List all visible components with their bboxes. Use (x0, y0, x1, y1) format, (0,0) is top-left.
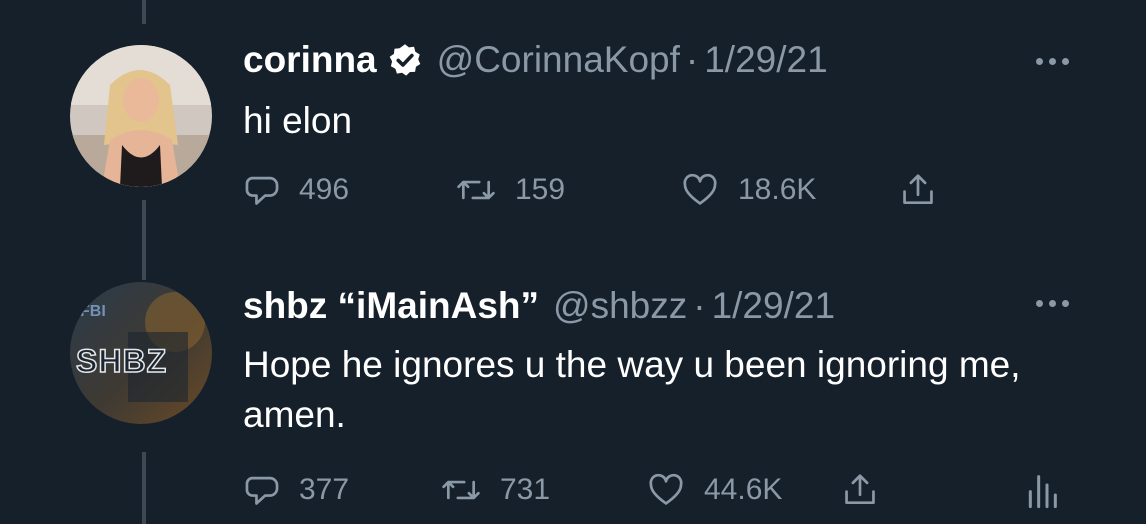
share-icon (845, 474, 875, 505)
user-handle[interactable]: @CorinnaKopf (437, 38, 680, 82)
like-count: 44.6K (704, 473, 783, 506)
tweet-date[interactable]: 1/29/21 (704, 38, 827, 82)
tweet-date[interactable]: 1/29/21 (712, 284, 835, 328)
tweet-header: shbz “iMainAsh” @shbzz · 1/29/21 (243, 284, 835, 328)
avatar-logo-text: SHBZ (76, 343, 167, 379)
heart-icon (683, 173, 717, 205)
share-button[interactable] (899, 170, 937, 210)
tweet-corinna[interactable]: corinna @CorinnaKopf · 1/29/21 hi elon 4… (0, 0, 1146, 240)
reply-count: 496 (299, 173, 350, 206)
separator-dot: · (685, 39, 699, 80)
avatar-badge-text: FBI (80, 303, 106, 320)
like-button[interactable]: 44.6K (646, 470, 782, 510)
reply-button[interactable]: 377 (243, 470, 349, 510)
tweet-actions: 377 731 44.6K (243, 470, 1103, 510)
retweet-button[interactable]: 731 (440, 470, 550, 510)
share-button[interactable] (841, 470, 879, 510)
tweet-header: corinna @CorinnaKopf · 1/29/21 (243, 38, 828, 82)
retweet-count: 159 (515, 173, 566, 206)
reply-button[interactable]: 496 (243, 170, 349, 210)
retweet-button[interactable]: 159 (455, 170, 565, 210)
avatar-corinna[interactable] (70, 45, 212, 187)
reply-count: 377 (299, 473, 350, 506)
tweet-shbz[interactable]: FBI SHBZ shbz “iMainAsh” @shbzz · 1/29/2… (0, 270, 1146, 524)
display-name[interactable]: shbz “iMainAsh” (243, 284, 539, 328)
tweet-text: hi elon (243, 100, 353, 141)
user-handle[interactable]: @shbzz (553, 284, 687, 328)
more-options-icon[interactable] (1036, 58, 1069, 65)
retweet-icon (442, 480, 480, 500)
share-icon (903, 174, 933, 205)
display-name[interactable]: corinna (243, 38, 377, 82)
verified-badge-icon (387, 42, 423, 78)
like-button[interactable]: 18.6K (680, 170, 816, 210)
analytics-icon (1028, 475, 1057, 509)
tweet-text: Hope he ignores u the way u been ignorin… (243, 344, 1021, 435)
analytics-button[interactable] (1025, 470, 1059, 510)
heart-icon (649, 473, 683, 505)
avatar-shbz[interactable]: FBI SHBZ (70, 282, 212, 424)
reply-icon (245, 476, 279, 505)
retweet-icon (457, 180, 495, 200)
like-count: 18.6K (738, 173, 817, 206)
tweet-actions: 496 159 18.6K (243, 170, 1103, 210)
reply-icon (245, 176, 279, 205)
more-options-icon[interactable] (1036, 300, 1069, 307)
retweet-count: 731 (500, 473, 551, 506)
separator-dot: · (693, 285, 706, 326)
